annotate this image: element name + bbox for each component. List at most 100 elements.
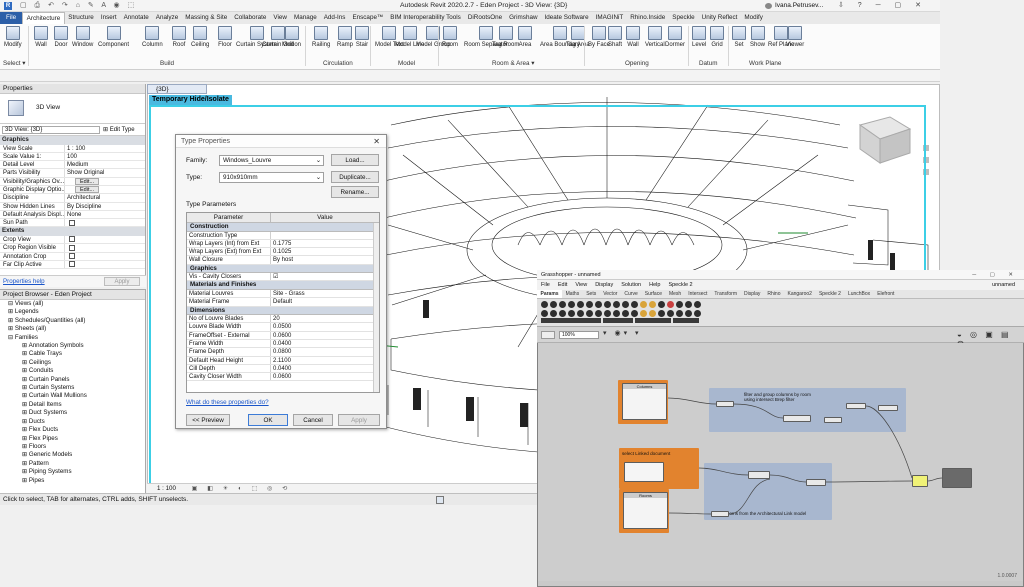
tab-annotate[interactable]: Annotate	[120, 12, 152, 24]
ribbon-button-grid[interactable]: Grid	[710, 26, 724, 49]
tree-item[interactable]: ⊞ Flex Pipes	[2, 435, 145, 443]
component-icon[interactable]	[586, 310, 593, 317]
component-icon[interactable]	[658, 310, 665, 317]
component-icon[interactable]	[631, 310, 638, 317]
ribbon-button-room[interactable]: Room	[442, 26, 458, 49]
ribbon-button-roof[interactable]: Roof	[172, 26, 186, 49]
gh-tab-elefront[interactable]: Elefront	[874, 290, 898, 298]
table-row[interactable]: Wall Closure By host	[187, 256, 379, 265]
properties-apply-button[interactable]: Apply	[104, 277, 140, 286]
tree-item[interactable]: ⊞ Duct Systems	[2, 409, 145, 417]
tab-dirootsone[interactable]: DiRootsOne	[464, 12, 505, 24]
tree-item[interactable]: ⊞ Annotation Symbols	[2, 342, 145, 350]
load-button[interactable]: Load...	[331, 154, 379, 166]
rename-button[interactable]: Rename...	[331, 186, 379, 198]
tree-item[interactable]: ⊞ Generic Models	[2, 451, 145, 459]
checkbox[interactable]	[69, 236, 75, 243]
component-icon[interactable]	[649, 310, 656, 317]
checkbox[interactable]	[69, 219, 75, 226]
table-row[interactable]: Wrap Layers (Ext) from Ext 0.1025	[187, 248, 379, 257]
gh-tab-rhino[interactable]: Rhino	[764, 290, 784, 298]
tree-item[interactable]: ⊞ Curtain Systems	[2, 384, 145, 392]
tree-item[interactable]: ⊞ Ceilings	[2, 359, 145, 367]
param-value[interactable]: 0.0500	[271, 323, 379, 330]
component-icon[interactable]	[622, 310, 629, 317]
property-value[interactable]	[64, 244, 145, 252]
window-controls[interactable]: ⇩ ? ─ ▢ ✕	[838, 1, 927, 9]
dropdown-strip[interactable]	[673, 318, 699, 323]
gh-tab-speckle-2[interactable]: Speckle 2	[815, 290, 844, 298]
gh-tab-lunchbox[interactable]: LunchBox	[844, 290, 873, 298]
properties-section-extents[interactable]: Extents	[0, 227, 145, 236]
tab-modify[interactable]: Modify	[741, 12, 767, 24]
worksets-icon[interactable]	[436, 496, 444, 504]
component-icon[interactable]	[649, 301, 656, 308]
ribbon-button-door[interactable]: Door	[54, 26, 68, 49]
param-value[interactable]: 20	[271, 315, 379, 322]
tab-view[interactable]: View	[270, 12, 291, 24]
gh-tab-params[interactable]: Params	[537, 290, 563, 298]
tab-imaginit[interactable]: IMAGINiT	[592, 12, 627, 24]
tree-item[interactable]: ⊞ Cable Trays	[2, 350, 145, 358]
gh-tab-sets[interactable]: Sets	[583, 290, 600, 298]
ribbon-button-column[interactable]: Column	[142, 26, 163, 49]
quick-access-toolbar[interactable]: ▢ ⎙ ↶ ↷ ⌂ ✎ A ◉ ⬚	[20, 1, 137, 10]
table-row[interactable]: Material Frame Default	[187, 298, 379, 307]
component-icon[interactable]	[676, 310, 683, 317]
tree-item[interactable]: ⊞ Schedules/Quantities (all)	[2, 317, 145, 325]
tree-item[interactable]: ⊞ Floors	[2, 443, 145, 451]
tab-analyze[interactable]: Analyze	[152, 12, 181, 24]
component-icon[interactable]	[685, 310, 692, 317]
ribbon-button-shaft[interactable]: Shaft	[608, 26, 622, 49]
ribbon-button-show[interactable]: Show	[750, 26, 765, 49]
tree-item[interactable]: ⊞ Pipes	[2, 477, 145, 485]
user-name[interactable]: Ivana.Petrusev...	[775, 2, 823, 9]
table-row[interactable]: Cill Depth 0.0400	[187, 364, 379, 374]
tab-add-ins[interactable]: Add-Ins	[320, 12, 349, 24]
tab-file[interactable]: File	[0, 12, 23, 24]
property-value[interactable]: By Discipline	[64, 202, 145, 210]
param-section-dimensions[interactable]: Dimensions	[187, 306, 379, 316]
tree-item[interactable]: ⊞ Pattern	[2, 460, 145, 468]
type-parameters-table[interactable]: Parameter Value Construction Construction…	[186, 212, 380, 393]
canvas-button[interactable]	[541, 331, 555, 339]
property-value[interactable]: Edit...	[64, 177, 145, 185]
component-icon[interactable]	[541, 310, 548, 317]
component-icon[interactable]	[550, 310, 557, 317]
revit-logo-icon[interactable]: R	[4, 2, 12, 10]
tab-architecture[interactable]: Architecture	[22, 12, 65, 24]
ribbon-button-dormer[interactable]: Dormer	[665, 26, 685, 49]
canvas-tool-icons[interactable]: ▾ ◉▾ ▾	[603, 329, 642, 337]
ribbon-button-level[interactable]: Level	[692, 26, 706, 49]
component-icon[interactable]	[595, 301, 602, 308]
tab-speckle[interactable]: Speckle	[669, 12, 698, 24]
grasshopper-doc-name[interactable]: unnamed	[988, 280, 1019, 290]
tab-bim-interoperability-tools[interactable]: BIM Interoperability Tools	[387, 12, 465, 24]
properties-help-link[interactable]: Properties help	[3, 278, 45, 285]
ribbon-button-wall[interactable]: Wall	[34, 26, 48, 49]
param-section-construction[interactable]: Construction	[187, 223, 379, 232]
property-value[interactable]	[64, 252, 145, 260]
tree-item[interactable]: ⊞ Curtain Wall Mullions	[2, 392, 145, 400]
param-value[interactable]: 2.1100	[271, 357, 379, 364]
tab-enscape-[interactable]: Enscape™	[349, 12, 387, 24]
component-icon[interactable]	[559, 310, 566, 317]
component-icon[interactable]	[631, 301, 638, 308]
param-value[interactable]: 0.0600	[271, 332, 379, 339]
table-row[interactable]: Cavity Closer Width 0.0600	[187, 373, 379, 382]
component-icon[interactable]	[658, 301, 665, 308]
component-icon[interactable]	[694, 310, 701, 317]
gh-tab-transform[interactable]: Transform	[711, 290, 741, 298]
gh-menu-file[interactable]: File	[537, 280, 554, 290]
property-value[interactable]: 100	[64, 152, 145, 161]
param-value[interactable]: By host	[271, 256, 379, 263]
component-icon[interactable]	[577, 310, 584, 317]
tab-ideate-software[interactable]: Ideate Software	[541, 12, 592, 24]
component-icon[interactable]	[577, 301, 584, 308]
ribbon-button-stair[interactable]: Stair	[355, 26, 369, 49]
tree-item[interactable]: ⊞ Sheets (all)	[2, 325, 145, 333]
component-icon[interactable]	[586, 301, 593, 308]
ribbon-button-floor[interactable]: Floor	[218, 26, 232, 49]
property-value[interactable]: None	[64, 210, 145, 219]
property-value[interactable]	[64, 219, 145, 227]
